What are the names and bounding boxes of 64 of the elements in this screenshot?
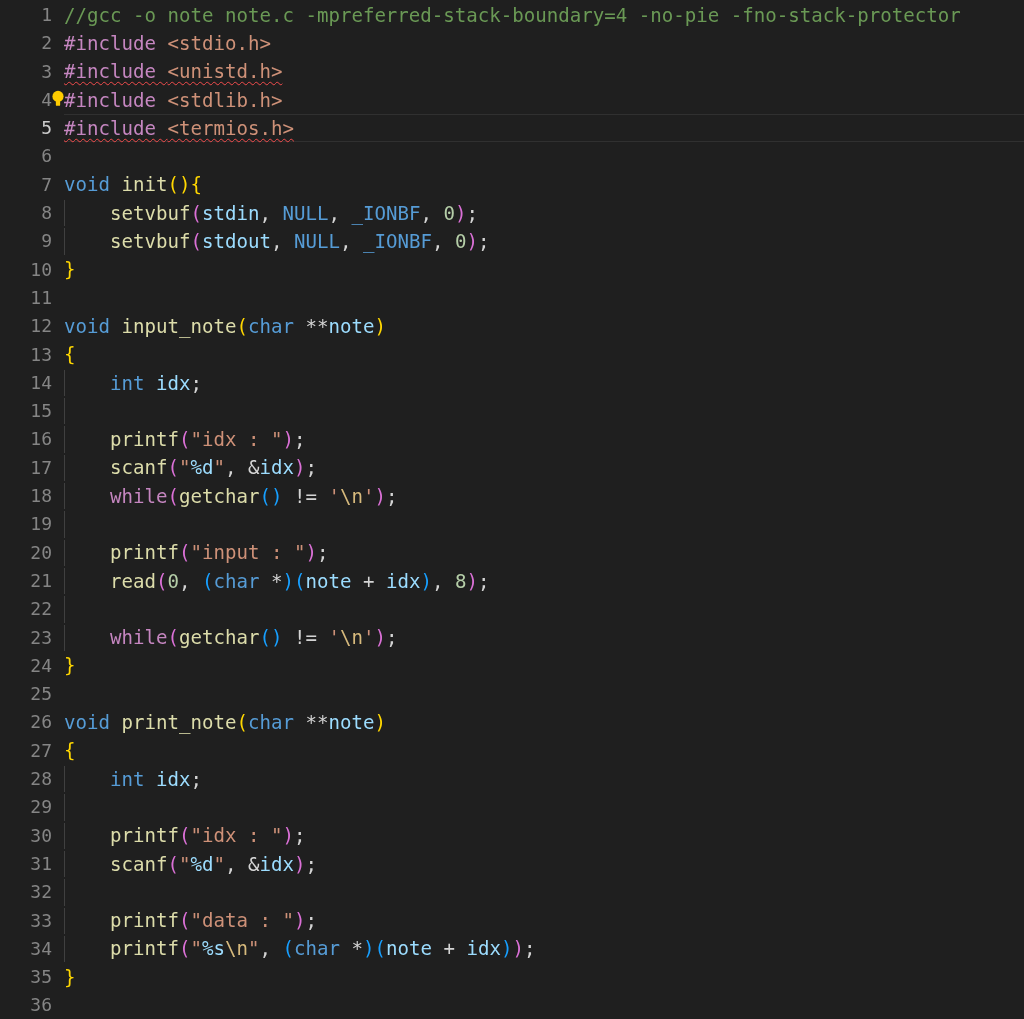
line-number: 21	[29, 568, 52, 593]
code-line: printf("data : ");	[110, 908, 317, 935]
line-number: 13	[29, 342, 52, 367]
line-number: 4	[40, 87, 52, 112]
line-number: 17	[29, 455, 52, 480]
code-line: int idx;	[110, 766, 202, 793]
line-number: 5	[40, 116, 52, 141]
line-number: 14	[29, 370, 52, 395]
code-line: void init(){	[64, 172, 202, 199]
line-number: 22	[29, 597, 52, 622]
code-line: #include <stdio.h>	[64, 30, 271, 57]
code-line: #include <unistd.h>	[64, 59, 283, 86]
code-line: printf("idx : ");	[110, 427, 306, 454]
line-number: 1	[40, 3, 52, 27]
line-number: 33	[29, 908, 52, 933]
line-number: 6	[40, 144, 52, 169]
code-line: while(getchar() != '\n');	[110, 625, 398, 652]
line-number: 2	[40, 31, 52, 56]
line-number: 27	[29, 738, 52, 763]
code-line: }	[64, 653, 76, 680]
code-line: }	[64, 257, 76, 284]
line-number: 15	[29, 399, 52, 424]
line-number: 12	[29, 314, 52, 339]
line-number: 25	[29, 682, 52, 707]
line-number: 29	[29, 795, 52, 820]
code-line: setvbuf(stdin, NULL, _IONBF, 0);	[110, 200, 478, 227]
line-number: 35	[29, 965, 52, 990]
code-line: void print_note(char **note)	[64, 710, 386, 737]
code-line: //gcc -o note note.c -mpreferred-stack-boundary=4 -no-pie -fno-stack-protector	[64, 2, 961, 29]
code-line: }	[64, 964, 76, 991]
code-line: printf("%s\n", (char *)(note + idx));	[110, 936, 536, 963]
code-line: #include <termios.h>	[64, 115, 294, 142]
code-line: int idx;	[110, 370, 202, 397]
line-number: 30	[29, 823, 52, 848]
code-line: printf("idx : ");	[110, 823, 306, 850]
line-number: 23	[29, 625, 52, 650]
code-line: setvbuf(stdout, NULL, _IONBF, 0);	[110, 229, 490, 256]
code-line: {	[64, 738, 76, 765]
code-line: scanf("%d", &idx);	[110, 851, 317, 878]
line-number: 3	[40, 59, 52, 84]
code-line: {	[64, 342, 76, 369]
line-number: 18	[29, 484, 52, 509]
line-number: 31	[29, 851, 52, 876]
code-line: read(0, (char *)(note + idx), 8);	[110, 568, 490, 595]
line-number: 10	[29, 257, 52, 282]
code-line: printf("input : ");	[110, 540, 329, 567]
code-line: #include <stdlib.h>	[64, 87, 283, 114]
line-number: 20	[29, 540, 52, 565]
line-number: 16	[29, 427, 52, 452]
line-number: 7	[40, 172, 52, 197]
line-number: 9	[40, 229, 52, 254]
line-number: 24	[29, 653, 52, 678]
code-line: void input_note(char **note)	[64, 313, 386, 340]
line-number: 36	[29, 993, 52, 1018]
line-number: 19	[29, 512, 52, 537]
line-number: 28	[29, 767, 52, 791]
line-number: 8	[40, 201, 52, 226]
line-number: 34	[29, 936, 52, 961]
line-number: 26	[29, 710, 52, 735]
code-line: while(getchar() != '\n');	[110, 483, 398, 510]
line-number: 32	[29, 880, 52, 905]
lightbulb-icon[interactable]	[52, 89, 64, 108]
code-line: scanf("%d", &idx);	[110, 455, 317, 482]
line-number: 11	[29, 285, 52, 310]
